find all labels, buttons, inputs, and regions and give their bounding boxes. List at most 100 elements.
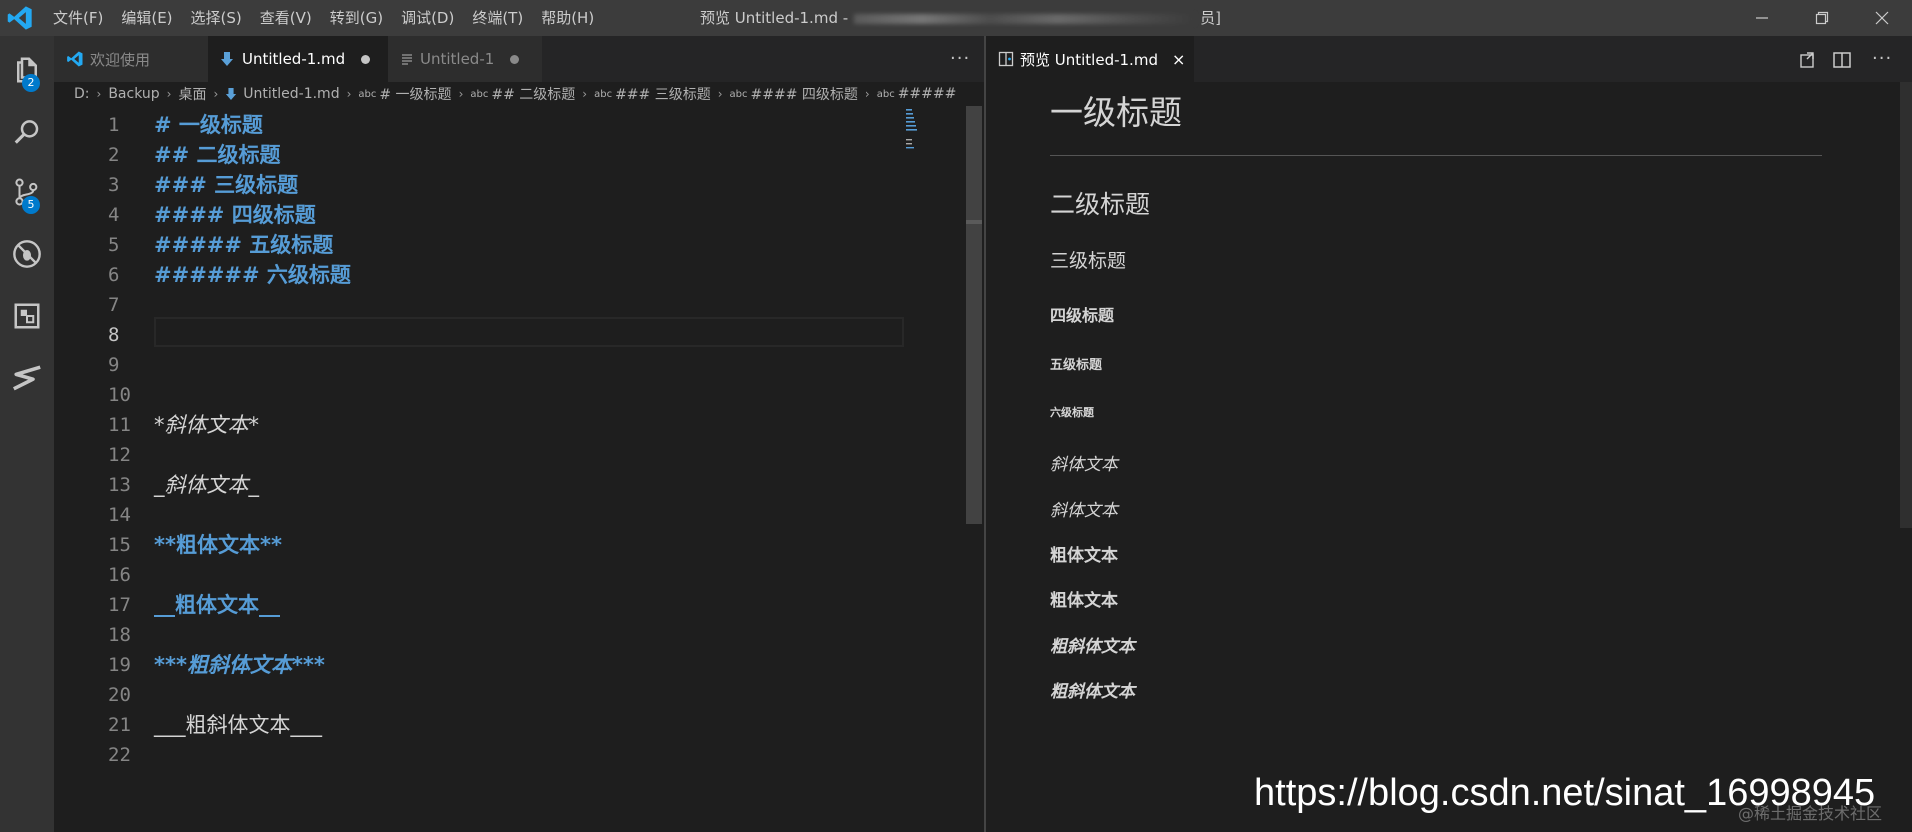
editor-line[interactable]: 10 xyxy=(54,380,914,410)
minimize-button[interactable] xyxy=(1732,0,1792,36)
editor-line[interactable]: 22 xyxy=(54,740,914,770)
line-number: 20 xyxy=(108,684,131,706)
unsaved-dot-icon[interactable] xyxy=(361,54,371,64)
editor-line[interactable]: 19 ***粗斜体文本*** xyxy=(54,650,914,680)
activity-custom-extension[interactable] xyxy=(0,350,54,406)
editor-line[interactable]: 20 xyxy=(54,680,914,710)
unsaved-dot-icon[interactable] xyxy=(510,54,520,64)
more-actions-button[interactable]: ··· xyxy=(1872,48,1892,69)
editor-scrollbar[interactable] xyxy=(966,106,982,832)
breadcrumb-label: Untitled-1.md xyxy=(243,86,340,102)
menu-bar: 文件(F) 编辑(E) 选择(S) 查看(V) 转到(G) 调试(D) 终端(T… xyxy=(44,0,603,36)
tab-welcome[interactable]: 欢迎使用 xyxy=(54,36,208,82)
text-file-icon xyxy=(402,54,412,65)
editor-line[interactable]: 2 ## 二级标题 xyxy=(54,140,914,170)
close-tab-button[interactable]: × xyxy=(1172,50,1185,69)
preview-italic-1: 斜体文本 xyxy=(1050,455,1118,475)
breadcrumb-item[interactable]: Untitled-1.md › xyxy=(225,86,358,102)
editor-line[interactable]: 14 xyxy=(54,500,914,530)
menu-help[interactable]: 帮助(H) xyxy=(532,0,603,36)
breadcrumb-item[interactable]: Backup › xyxy=(108,86,178,102)
breadcrumb-item[interactable]: 桌面 › xyxy=(178,84,225,104)
editor-line[interactable]: 21 ___粗斜体文本___ xyxy=(54,710,914,740)
menu-go[interactable]: 转到(G) xyxy=(321,0,392,36)
preview-h1: 一级标题 xyxy=(1050,93,1182,132)
line-content: ### 三级标题 xyxy=(154,173,299,197)
line-number: 12 xyxy=(108,444,131,466)
breadcrumb-item[interactable]: abc ## 二级标题 › xyxy=(470,84,594,104)
tab-untitled-1-md[interactable]: Untitled-1.md xyxy=(208,36,388,82)
preview-scrollbar[interactable] xyxy=(1900,82,1912,528)
scrollbar-thumb[interactable] xyxy=(966,106,982,524)
close-window-button[interactable] xyxy=(1852,0,1912,36)
s-logo-icon xyxy=(12,365,41,391)
activity-extensions[interactable] xyxy=(0,288,54,344)
preview-h3: 三级标题 xyxy=(1050,250,1127,272)
line-content: ###### 六级标题 xyxy=(154,263,351,287)
line-content: # 一级标题 xyxy=(154,113,263,137)
tab-untitled-1[interactable]: Untitled-1 xyxy=(388,36,542,82)
menu-edit[interactable]: 编辑(E) xyxy=(112,0,181,36)
breadcrumb-label: D: xyxy=(74,86,90,102)
menu-view[interactable]: 查看(V) xyxy=(251,0,321,36)
preview-italic-2: 斜体文本 xyxy=(1050,501,1118,521)
editor-line[interactable]: 6 ###### 六级标题 xyxy=(54,260,914,290)
chevron-right-icon: › xyxy=(346,87,352,101)
window-title: 预览 Untitled-1.md - 员] xyxy=(700,0,1221,36)
breadcrumb-item[interactable]: D: › xyxy=(74,86,108,102)
editor-line[interactable]: 11 *斜体文本* xyxy=(54,410,914,440)
title-bar: 文件(F) 编辑(E) 选择(S) 查看(V) 转到(G) 调试(D) 终端(T… xyxy=(0,0,1912,36)
editor-line[interactable]: 18 xyxy=(54,620,914,650)
editor-line[interactable]: 17 __粗体文本__ xyxy=(54,590,914,620)
breadcrumb-item[interactable]: abc # 一级标题 › xyxy=(358,84,470,104)
window-title-suffix: 员] xyxy=(1200,9,1221,27)
menu-debug[interactable]: 调试(D) xyxy=(392,0,463,36)
more-actions-button[interactable]: ··· xyxy=(950,48,970,69)
line-number: 14 xyxy=(108,504,131,526)
breadcrumb-item[interactable]: abc #### 四级标题 › xyxy=(730,84,877,104)
window-title-text: 预览 Untitled-1.md - xyxy=(700,9,849,27)
editor-line[interactable]: 12 xyxy=(54,440,914,470)
breadcrumb-item[interactable]: abc ##### xyxy=(877,86,957,102)
activity-search[interactable] xyxy=(0,104,54,160)
menu-file[interactable]: 文件(F) xyxy=(44,0,112,36)
breadcrumb-label: # 一级标题 xyxy=(379,87,452,103)
breadcrumb-item[interactable]: abc ### 三级标题 › xyxy=(594,84,729,104)
editor-line[interactable]: 8 xyxy=(54,320,914,350)
activity-debug[interactable] xyxy=(0,226,54,282)
open-source-icon[interactable] xyxy=(1798,50,1818,70)
debug-icon xyxy=(13,240,41,268)
editor-line[interactable]: 4 #### 四级标题 xyxy=(54,200,914,230)
redacted-title-region xyxy=(854,13,1195,24)
menu-selection[interactable]: 选择(S) xyxy=(182,0,251,36)
chevron-right-icon: › xyxy=(582,87,588,101)
chevron-right-icon: › xyxy=(864,87,870,101)
close-icon xyxy=(1875,11,1889,25)
editor-line[interactable]: 1 # 一级标题 xyxy=(54,110,914,140)
window-controls xyxy=(1732,0,1912,36)
editor-line[interactable]: 15 **粗体文本** xyxy=(54,530,914,560)
restore-button[interactable] xyxy=(1792,0,1852,36)
editor-line[interactable]: 9 xyxy=(54,350,914,380)
h1-divider xyxy=(1050,155,1822,156)
minimap[interactable] xyxy=(904,108,918,152)
editor-line[interactable]: 13 _斜体文本_ xyxy=(54,470,914,500)
split-editor-icon[interactable] xyxy=(1832,50,1852,70)
activity-source-control[interactable]: 5 xyxy=(0,164,54,220)
editor-line[interactable]: 16 xyxy=(54,560,914,590)
preview-h5: 五级标题 xyxy=(1050,358,1103,373)
symbol-string-icon: abc xyxy=(729,88,748,100)
activity-explorer[interactable]: 2 xyxy=(0,42,54,98)
menu-terminal[interactable]: 终端(T) xyxy=(463,0,532,36)
editor-line[interactable]: 5 ##### 五级标题 xyxy=(54,230,914,260)
preview-bold-1: 粗体文本 xyxy=(1050,546,1118,566)
line-number: 10 xyxy=(108,384,131,406)
editor-line[interactable]: 3 ### 三级标题 xyxy=(54,170,914,200)
preview-h4: 四级标题 xyxy=(1050,306,1115,325)
editor-line[interactable]: 7 xyxy=(54,290,914,320)
breadcrumb-label: #### 四级标题 xyxy=(750,87,858,103)
vscode-logo-icon xyxy=(7,6,32,30)
tab-preview[interactable]: 预览 Untitled-1.md × xyxy=(986,36,1194,82)
code-editor[interactable]: 1 # 一级标题 2 ## 二级标题 3 ### 三级标题 4 #### 四级标题 5 #####… xyxy=(54,106,984,832)
explorer-badge: 2 xyxy=(22,74,40,92)
